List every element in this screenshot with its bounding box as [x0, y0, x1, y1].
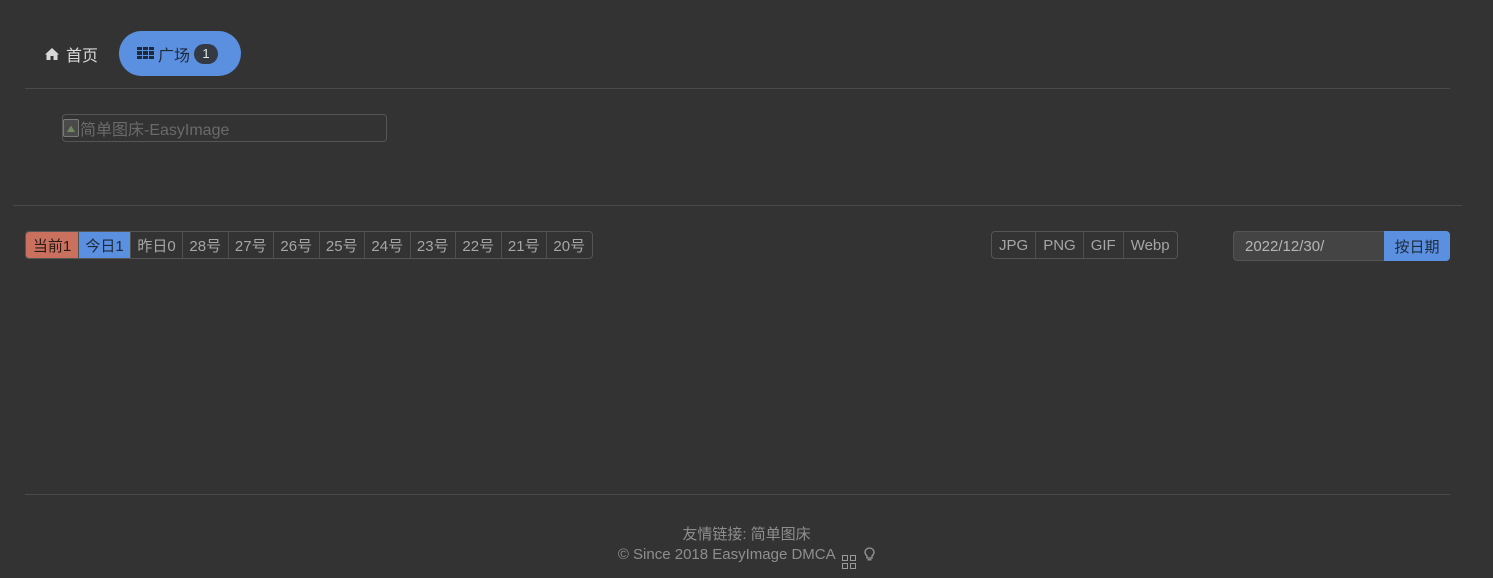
date-filter-button[interactable]: 20号	[546, 232, 592, 258]
date-input[interactable]	[1233, 231, 1384, 261]
copyright-text: © Since 2018 EasyImage DMCA	[617, 546, 835, 563]
main-nav: 首页 广场 1	[25, 31, 242, 76]
type-filter-png[interactable]: PNG	[1035, 232, 1083, 258]
broken-image-icon	[63, 119, 79, 137]
divider-top	[25, 88, 1450, 89]
footer-copyright: © Since 2018 EasyImage DMCA	[0, 546, 1493, 569]
lightbulb-icon[interactable]	[864, 547, 875, 562]
date-filter-button[interactable]: 23号	[409, 232, 456, 258]
date-filter-button[interactable]: 今日1	[78, 232, 130, 258]
type-filter-gif[interactable]: GIF	[1082, 232, 1123, 258]
footer-links: 友情链接: 简单图床	[0, 523, 1493, 544]
date-filter-button[interactable]: 26号	[273, 232, 319, 258]
nav-square-badge: 1	[194, 43, 219, 64]
date-filter-button[interactable]: 22号	[455, 232, 501, 258]
divider-bottom	[25, 494, 1450, 495]
footer-links-prefix: 友情链接:	[682, 526, 747, 543]
footer-link-easyimage[interactable]: 简单图床	[751, 526, 811, 543]
date-filter-button[interactable]: 21号	[500, 232, 547, 258]
logo-alt-text: 简单图床-EasyImage	[80, 122, 230, 139]
date-filter-group: 当前1 今日1 昨日0 28号 27号 26号 25号 24号 23号 22号 21号 20号	[25, 231, 593, 259]
type-filter-webp[interactable]: Webp	[1122, 232, 1177, 258]
type-filter-jpg[interactable]: JPG	[992, 232, 1035, 258]
home-icon	[45, 47, 59, 60]
date-filter-button[interactable]: 27号	[227, 232, 274, 258]
grid-icon	[137, 47, 155, 60]
date-filter-button[interactable]: 昨日0	[130, 232, 182, 258]
search-by-date-button[interactable]: 按日期	[1384, 231, 1450, 261]
date-filter-button[interactable]: 28号	[182, 232, 228, 258]
divider-middle	[13, 205, 1462, 206]
date-filter-button[interactable]: 25号	[318, 232, 365, 258]
nav-home-label: 首页	[66, 47, 99, 65]
logo-image: 简单图床-EasyImage	[62, 114, 387, 142]
date-search: 按日期	[1233, 231, 1450, 261]
qrcode-icon[interactable]	[842, 555, 856, 569]
nav-square-label: 广场	[158, 47, 191, 65]
nav-home[interactable]: 首页	[25, 31, 116, 76]
date-filter-button[interactable]: 当前1	[26, 232, 78, 258]
nav-square[interactable]: 广场 1	[119, 31, 242, 76]
type-filter-group: JPG PNG GIF Webp	[991, 231, 1178, 259]
date-filter-button[interactable]: 24号	[364, 232, 410, 258]
